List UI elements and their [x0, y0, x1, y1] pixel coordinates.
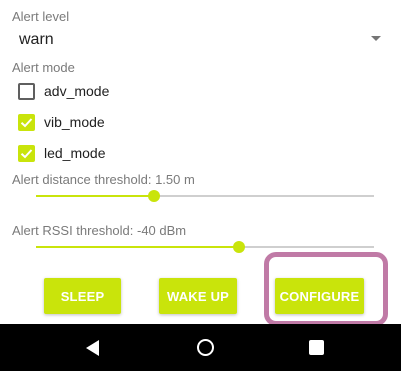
config-screen: Alert level warn Alert mode adv_mode vib… — [0, 0, 401, 371]
checkbox-label: vib_mode — [44, 114, 105, 130]
slider-thumb[interactable] — [232, 241, 245, 253]
checkbox-adv-mode[interactable]: adv_mode — [18, 81, 218, 103]
rssi-threshold-slider[interactable] — [36, 240, 374, 254]
checkbox-vib-mode[interactable]: vib_mode — [18, 112, 218, 134]
alert-level-label: Alert level — [12, 9, 70, 24]
back-triangle-icon[interactable] — [86, 340, 99, 356]
checkbox-label: led_mode — [44, 145, 106, 161]
slider-track-fill — [36, 246, 239, 248]
distance-threshold-label: Alert distance threshold: 1.50 m — [12, 172, 195, 187]
alert-level-value: warn — [19, 31, 54, 48]
chevron-down-icon — [371, 36, 381, 41]
wake-up-button[interactable]: WAKE UP — [159, 278, 237, 314]
slider-thumb[interactable] — [148, 190, 161, 202]
home-circle-icon[interactable] — [197, 339, 214, 356]
distance-threshold-slider[interactable] — [36, 189, 374, 203]
sleep-button[interactable]: SLEEP — [44, 278, 121, 314]
checkbox-led-mode[interactable]: led_mode — [18, 143, 218, 165]
alert-level-dropdown[interactable]: warn — [12, 28, 388, 54]
check-icon[interactable] — [18, 114, 35, 131]
recent-square-icon[interactable] — [309, 340, 324, 355]
slider-track-fill — [36, 195, 155, 197]
configure-button[interactable]: CONFIGURE — [275, 278, 364, 314]
system-nav-bar — [0, 324, 401, 371]
check-icon[interactable] — [18, 145, 35, 162]
checkbox-box[interactable] — [18, 83, 35, 100]
checkbox-label: adv_mode — [44, 83, 110, 99]
rssi-threshold-label: Alert RSSI threshold: -40 dBm — [12, 223, 187, 238]
alert-mode-label: Alert mode — [12, 60, 75, 75]
